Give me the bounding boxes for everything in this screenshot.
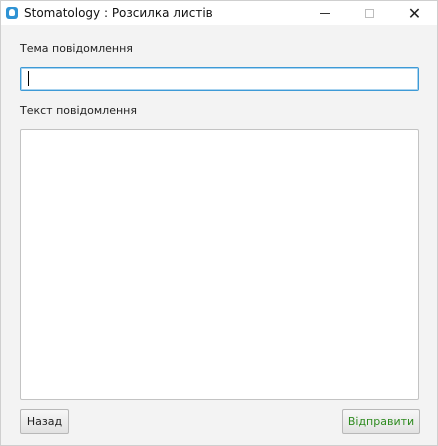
subject-input[interactable] (20, 67, 419, 91)
close-icon: ✕ (407, 3, 422, 23)
minimize-icon (319, 12, 330, 14)
window-title: Stomatology : Розсилка листів (24, 6, 213, 20)
close-button[interactable]: ✕ (392, 1, 437, 25)
window-controls: ✕ (302, 1, 437, 25)
back-button[interactable]: Назад (20, 409, 69, 434)
maximize-icon (365, 8, 374, 18)
tooth-icon (6, 7, 18, 19)
subject-label: Тема повідомлення (20, 42, 133, 55)
mail-window: Stomatology : Розсилка листів ✕ Тема пов… (0, 0, 438, 446)
body-textarea[interactable] (20, 129, 419, 400)
body-label: Текст повідомлення (20, 104, 137, 117)
title-bar: Stomatology : Розсилка листів ✕ (1, 1, 437, 25)
text-caret (28, 71, 29, 86)
minimize-button[interactable] (302, 1, 347, 25)
send-button[interactable]: Відправити (342, 409, 420, 434)
maximize-button[interactable] (347, 1, 392, 25)
